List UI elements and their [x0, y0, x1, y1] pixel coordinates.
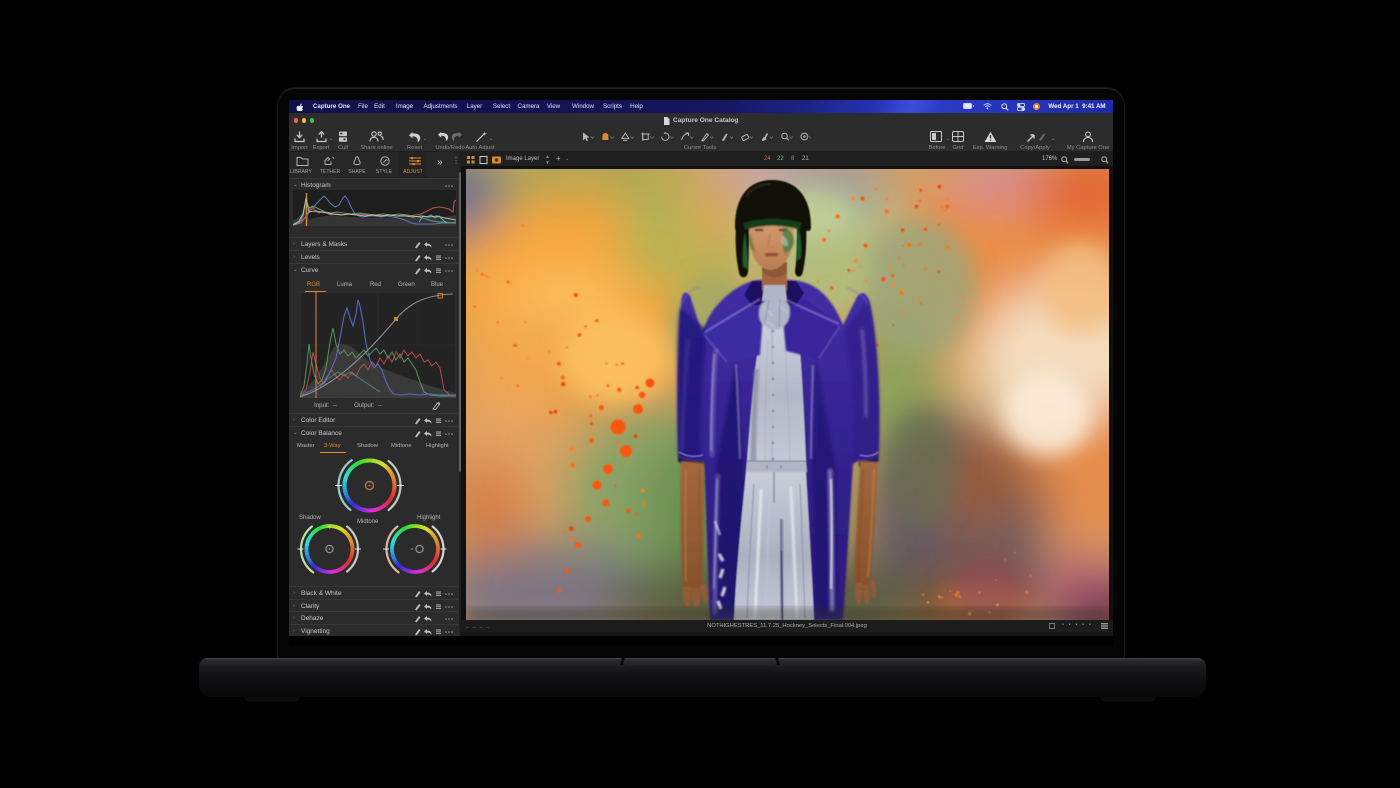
- svg-text:Midtone: Midtone: [357, 519, 379, 525]
- svg-text:Shadow: Shadow: [299, 515, 321, 521]
- svg-text:Highlight: Highlight: [417, 515, 441, 521]
